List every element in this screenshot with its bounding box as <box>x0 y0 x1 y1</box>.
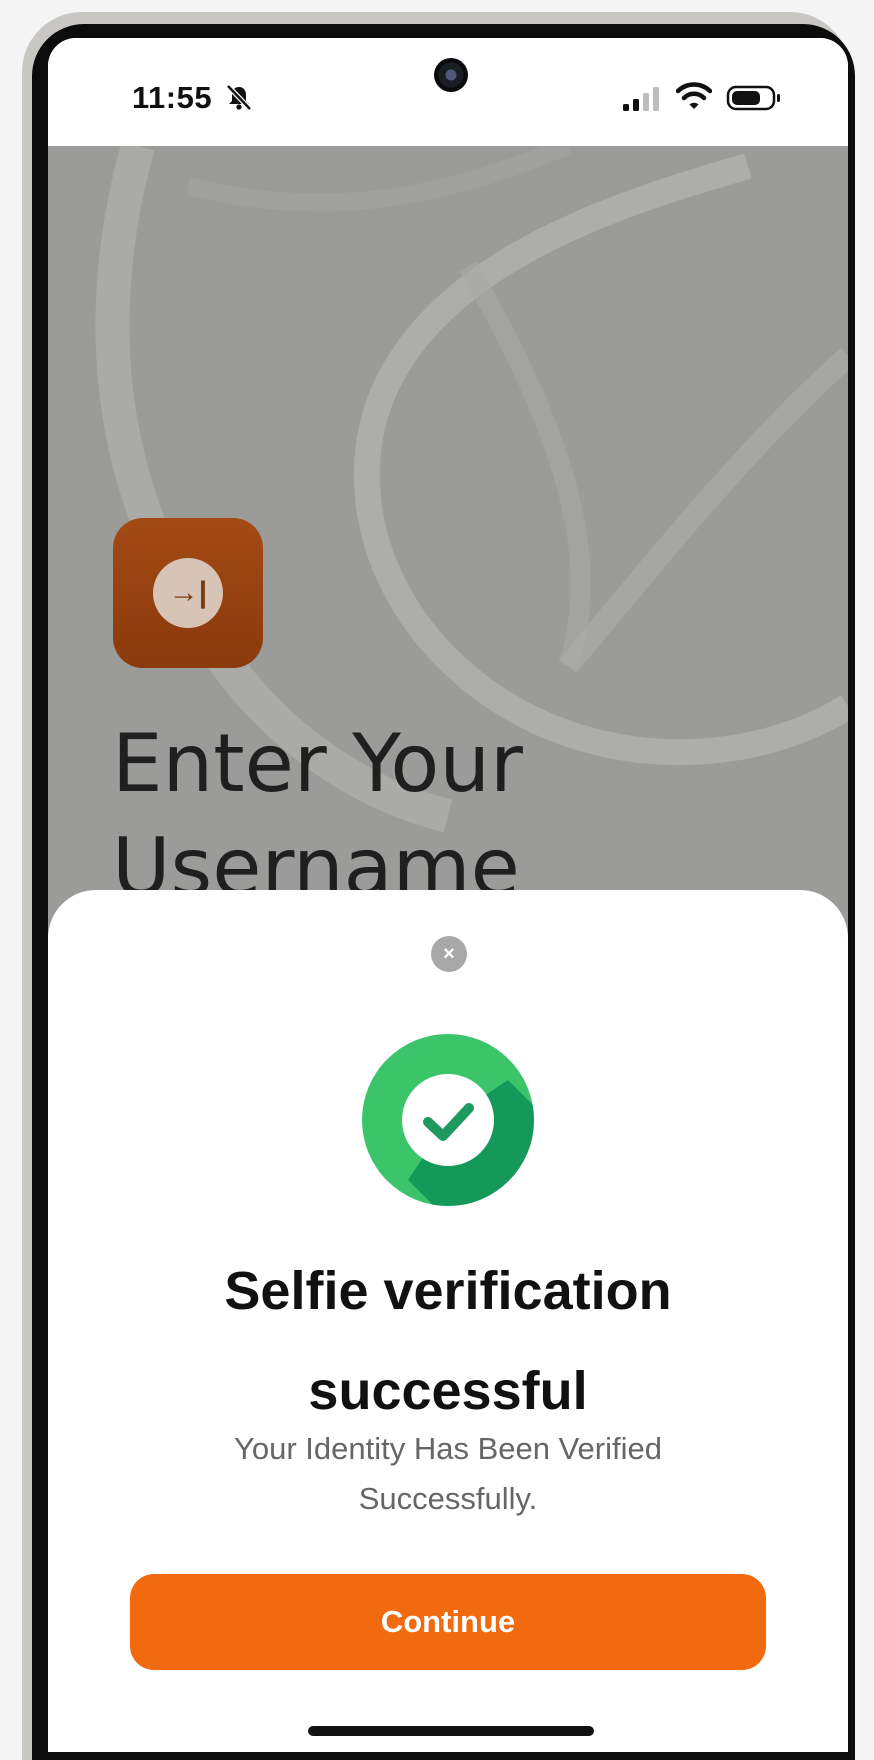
close-button[interactable]: × <box>431 936 467 972</box>
home-indicator <box>308 1726 594 1736</box>
verification-bottom-sheet: × Selfie verification successful Your Id… <box>48 890 848 1752</box>
success-title: Selfie verification successful <box>224 1261 672 1421</box>
app-logo: →| <box>113 518 263 668</box>
battery-icon <box>726 85 780 111</box>
status-bar: 11:55 <box>48 38 848 146</box>
background-page-title: Enter Your Username <box>112 717 523 914</box>
bell-slash-icon <box>226 84 252 111</box>
front-camera <box>434 58 468 92</box>
check-circle-icon <box>362 1034 534 1206</box>
wifi-icon <box>676 82 712 109</box>
continue-button[interactable]: Continue <box>130 1574 766 1670</box>
signal-icon <box>623 87 659 111</box>
success-subtitle: Your Identity Has Been Verified Successf… <box>234 1431 662 1516</box>
phone-screen: 11:55 →| Enter Your Username × Selfie ve… <box>48 38 848 1752</box>
close-icon: × <box>443 942 455 965</box>
login-arrow-icon: →| <box>153 558 223 628</box>
status-time: 11:55 <box>132 80 213 115</box>
